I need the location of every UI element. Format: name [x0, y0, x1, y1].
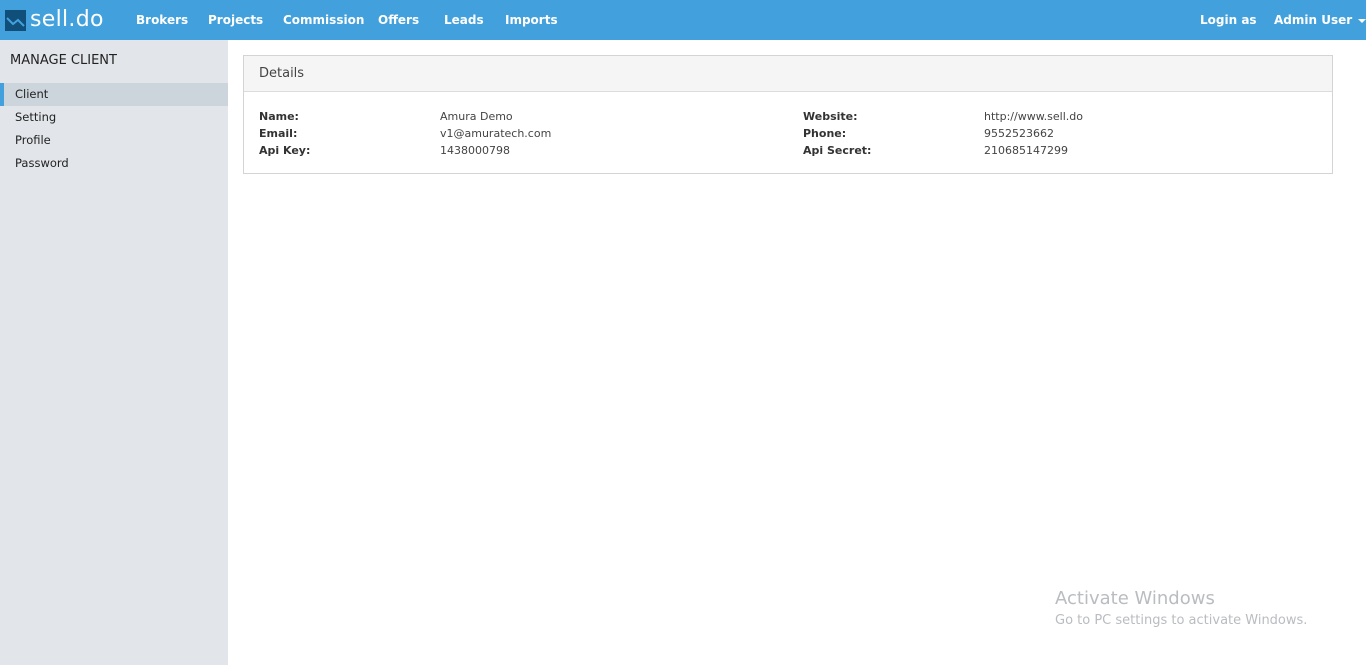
brand-name: sell.do [30, 7, 104, 32]
caret-down-icon [1358, 18, 1366, 23]
sidebar-item-profile[interactable]: Profile [0, 129, 228, 152]
top-navbar: sell.do Brokers Projects Commission Offe… [0, 0, 1366, 40]
details-title: Details [259, 66, 305, 81]
sidebar: MANAGE CLIENT Client Setting Profile Pas… [0, 40, 228, 665]
nav-leads[interactable]: Leads [444, 0, 484, 40]
login-as-link[interactable]: Login as [1200, 0, 1257, 40]
user-menu-label: Admin User [1274, 13, 1353, 27]
sidebar-item-client[interactable]: Client [0, 83, 228, 106]
nav-projects[interactable]: Projects [208, 0, 263, 40]
details-panel-header: Details [244, 56, 1332, 92]
website-label: Website: [803, 110, 858, 123]
sidebar-title: MANAGE CLIENT [10, 53, 117, 68]
activate-windows-title: Activate Windows [1055, 588, 1215, 609]
name-label: Name: [259, 110, 299, 123]
activate-windows-subtitle: Go to PC settings to activate Windows. [1055, 613, 1308, 628]
details-panel: Details Name: Amura Demo Email: v1@amura… [243, 55, 1333, 174]
api-key-label: Api Key: [259, 144, 311, 157]
sidebar-item-setting[interactable]: Setting [0, 106, 228, 129]
sell-do-logo-icon [5, 9, 26, 31]
nav-imports[interactable]: Imports [505, 0, 558, 40]
sidebar-item-password[interactable]: Password [0, 152, 228, 175]
api-key-value: 1438000798 [440, 144, 510, 157]
phone-label: Phone: [803, 127, 847, 140]
nav-brokers[interactable]: Brokers [136, 0, 188, 40]
api-secret-value: 210685147299 [984, 144, 1068, 157]
email-label: Email: [259, 127, 298, 140]
name-value: Amura Demo [440, 110, 513, 123]
email-value: v1@amuratech.com [440, 127, 552, 140]
nav-offers[interactable]: Offers [378, 0, 419, 40]
nav-commission[interactable]: Commission [283, 0, 364, 40]
brand-logo[interactable]: sell.do [5, 7, 104, 33]
user-menu[interactable]: Admin User [1274, 0, 1366, 40]
website-value: http://www.sell.do [984, 110, 1083, 123]
api-secret-label: Api Secret: [803, 144, 872, 157]
phone-value: 9552523662 [984, 127, 1054, 140]
